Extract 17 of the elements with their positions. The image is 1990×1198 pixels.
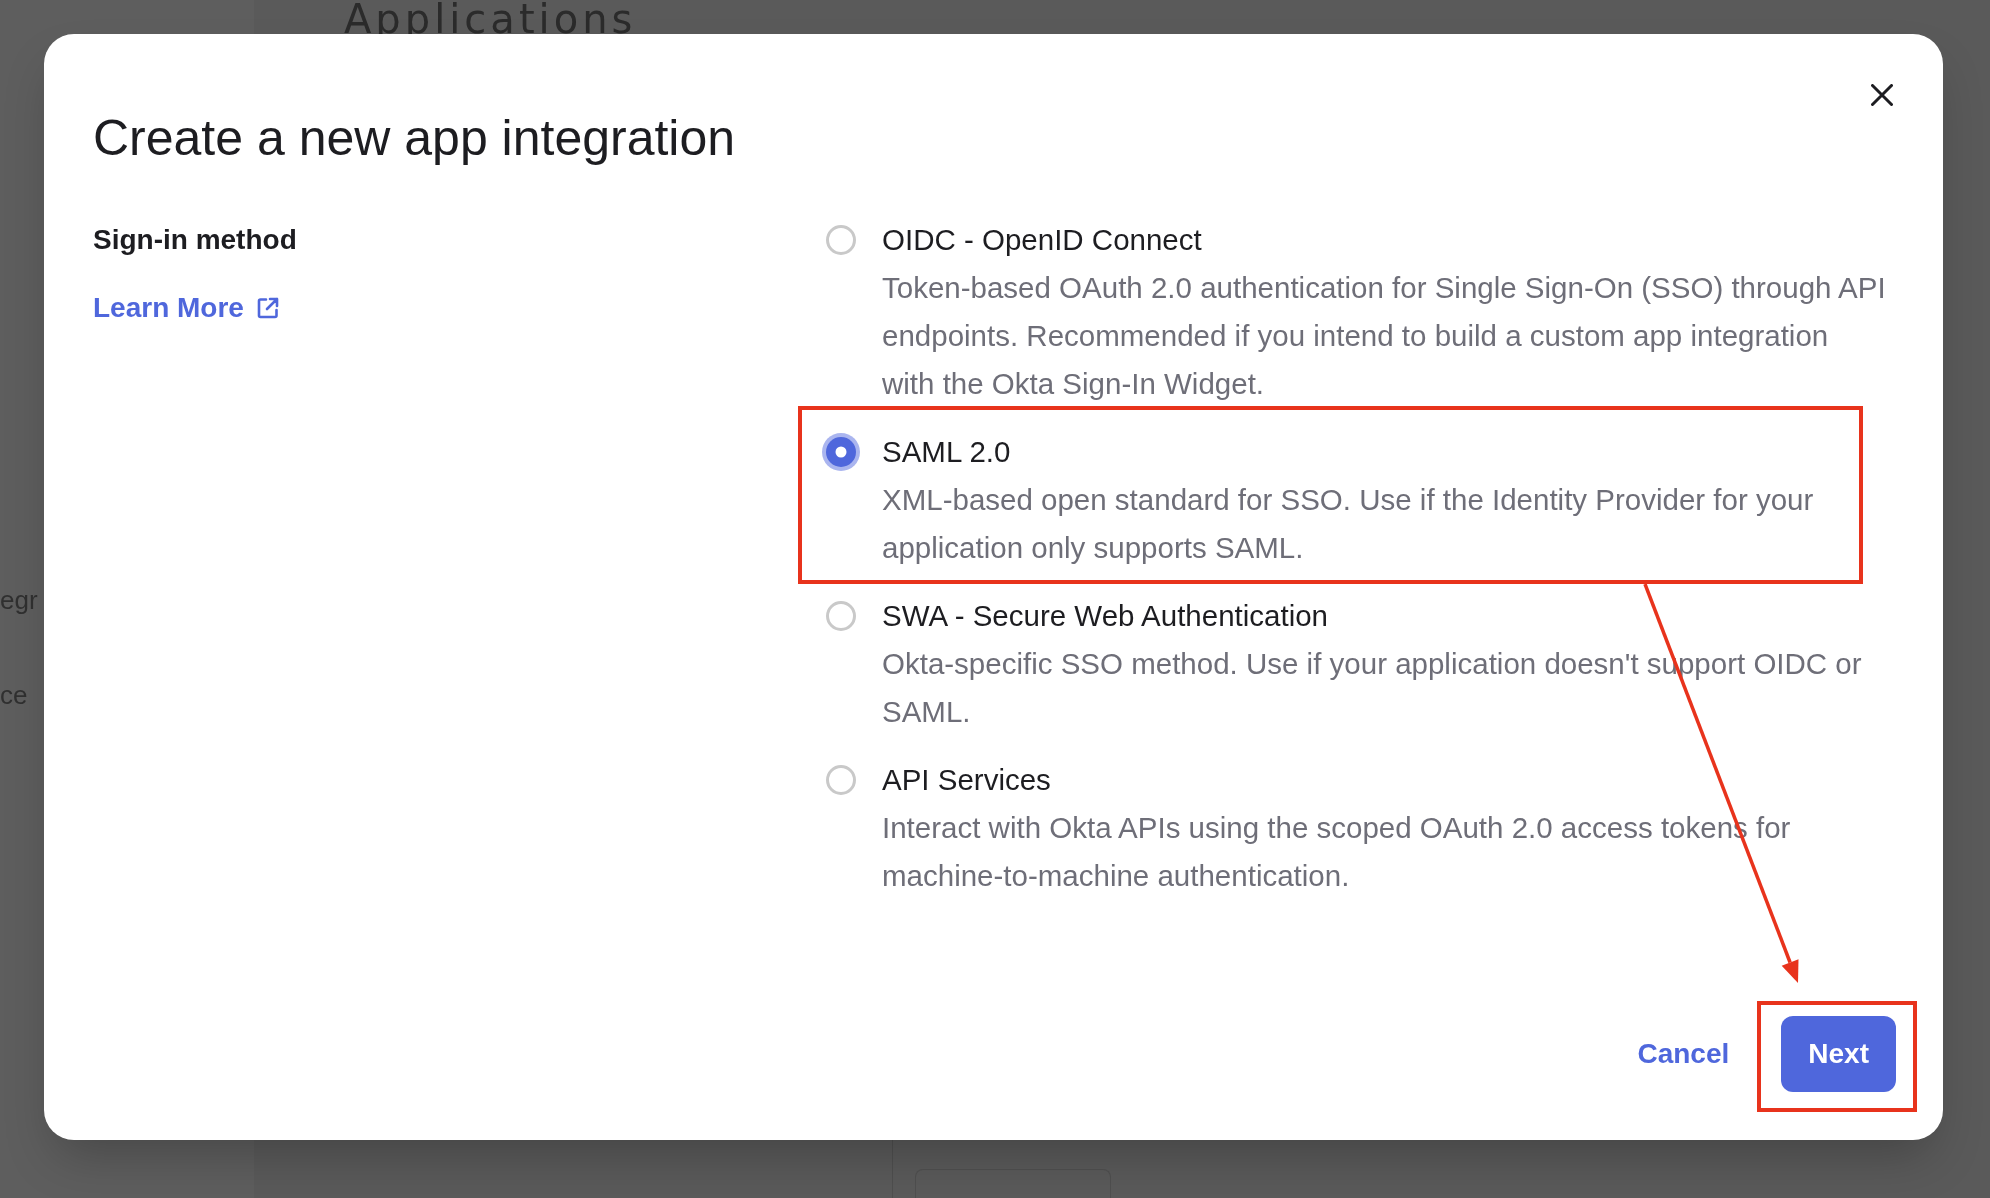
option-label: API Services bbox=[882, 762, 1051, 798]
radio-button[interactable] bbox=[826, 601, 856, 631]
learn-more-link[interactable]: Learn More bbox=[93, 284, 280, 332]
cancel-button[interactable]: Cancel bbox=[1637, 1016, 1730, 1092]
radio-button[interactable] bbox=[826, 765, 856, 795]
dialog-title: Create a new app integration bbox=[93, 110, 736, 166]
option-label: OIDC - OpenID Connect bbox=[882, 222, 1202, 258]
option-label: SWA - Secure Web Authentication bbox=[882, 598, 1328, 634]
option-description: Token-based OAuth 2.0 authentication for Single Sign-On (SSO) through API endpoints. Recommended if you intend to build a custom app integration with the Okta Sign-In Widget. bbox=[882, 270, 1887, 402]
external-link-icon bbox=[255, 296, 280, 320]
close-icon bbox=[1871, 84, 1893, 106]
section-label: Sign-in method bbox=[93, 223, 297, 257]
radio-button[interactable] bbox=[826, 225, 856, 255]
option-label: SAML 2.0 bbox=[882, 434, 1011, 470]
next-button[interactable]: Next bbox=[1781, 1016, 1896, 1092]
option-description: XML-based open standard for SSO. Use if the Identity Provider for your application only supports SAML. bbox=[882, 482, 1815, 566]
radio-button[interactable] bbox=[822, 433, 860, 471]
